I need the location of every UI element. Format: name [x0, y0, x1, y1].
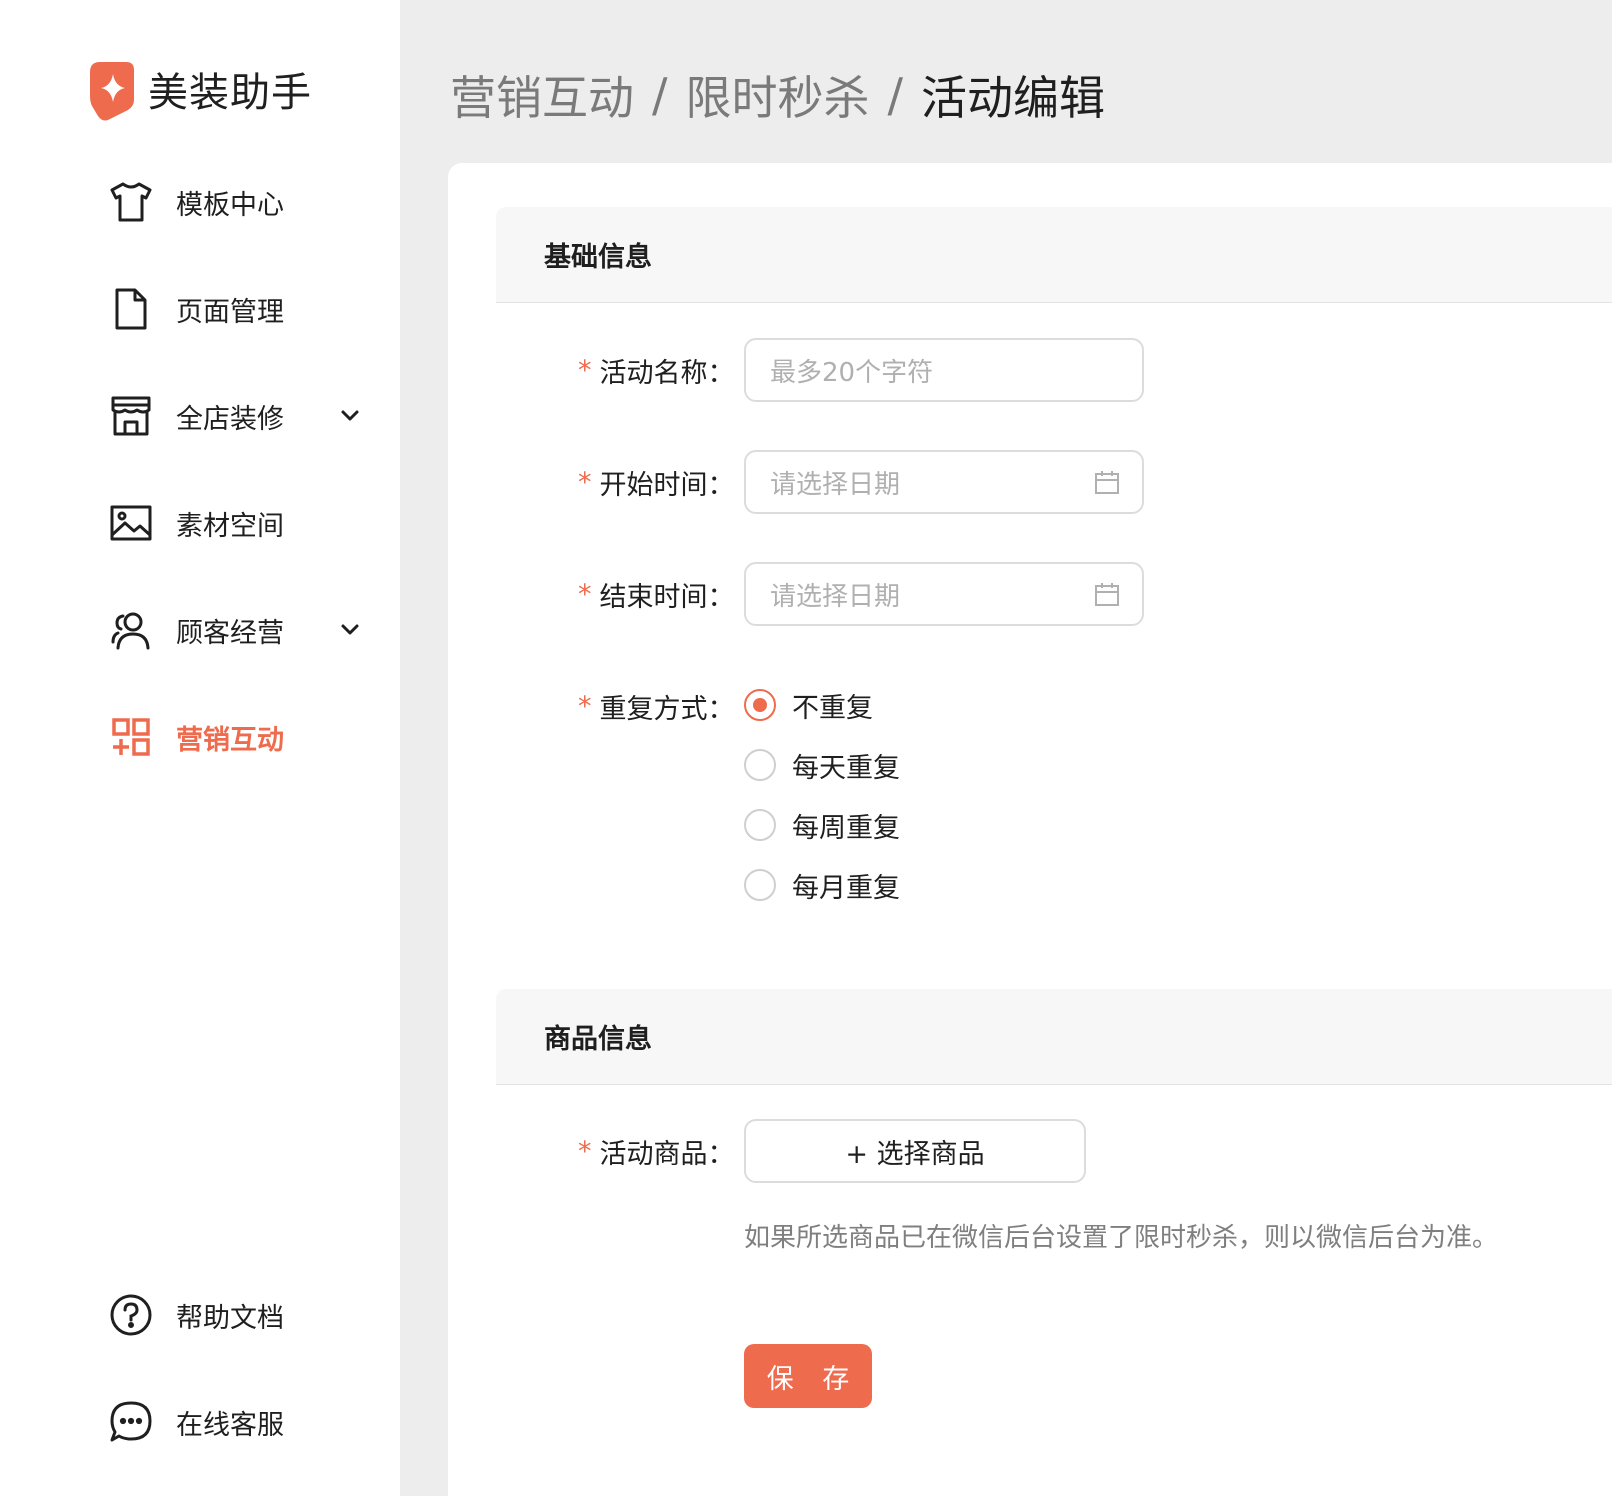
required-mark: * — [578, 466, 592, 498]
sidebar-item-help[interactable]: 帮助文档 — [108, 1287, 378, 1343]
section-title-basic: 基础信息 — [496, 207, 1612, 303]
calendar-icon — [1095, 583, 1119, 606]
sidebar-item-label: 素材空间 — [176, 510, 284, 542]
breadcrumb-link-marketing[interactable]: 营销互动 — [450, 62, 634, 128]
store-icon — [108, 393, 154, 439]
repeat-option-none[interactable]: 不重复 — [744, 685, 873, 725]
sidebar: 美装助手 模板中心 页面管理 全店装修 素材空间 顾客经营 营销互动 帮助文档 … — [0, 0, 400, 1496]
brand-logo[interactable]: 美装助手 — [90, 56, 312, 122]
activity-goods-label: * 活动商品： — [578, 1131, 748, 1171]
apps-icon — [108, 714, 154, 760]
breadcrumb-link-flash-sale[interactable]: 限时秒杀 — [686, 62, 870, 128]
file-icon — [108, 286, 154, 332]
brand-name: 美装助手 — [148, 70, 312, 116]
help-icon — [108, 1292, 154, 1338]
sidebar-item-support[interactable]: 在线客服 — [108, 1394, 378, 1450]
save-button[interactable]: 保 存 — [744, 1344, 872, 1408]
required-mark: * — [578, 578, 592, 610]
sidebar-item-label: 模板中心 — [176, 189, 284, 221]
sidebar-item-label: 顾客经营 — [176, 617, 284, 649]
repeat-option-label: 每月重复 — [792, 872, 900, 904]
required-mark: * — [578, 1135, 592, 1167]
required-mark: * — [578, 354, 592, 386]
repeat-mode-label-text: 重复方式： — [599, 693, 735, 725]
radio-button-checked[interactable] — [744, 689, 776, 721]
section-title-product: 商品信息 — [496, 989, 1612, 1085]
repeat-option-label: 每天重复 — [792, 752, 900, 784]
breadcrumb-separator: / — [652, 68, 668, 122]
repeat-option-daily[interactable]: 每天重复 — [744, 745, 900, 785]
sidebar-item-label: 帮助文档 — [176, 1302, 284, 1334]
start-date-placeholder: 请选择日期 — [770, 469, 901, 500]
select-goods-button[interactable]: + 选择商品 — [744, 1119, 1086, 1183]
sidebar-item-label: 页面管理 — [176, 296, 284, 328]
activity-name-input[interactable]: 最多20个字符 — [744, 338, 1144, 402]
end-date-picker[interactable]: 请选择日期 — [744, 562, 1144, 626]
sidebar-item-templates[interactable]: 模板中心 — [108, 174, 378, 230]
radio-button[interactable] — [744, 869, 776, 901]
radio-button[interactable] — [744, 749, 776, 781]
repeat-option-label: 不重复 — [792, 692, 873, 724]
sidebar-item-label: 全店装修 — [176, 403, 284, 435]
radio-button[interactable] — [744, 809, 776, 841]
activity-name-placeholder: 最多20个字符 — [770, 357, 934, 388]
repeat-option-label: 每周重复 — [792, 812, 900, 844]
goods-hint-text: 如果所选商品已在微信后台设置了限时秒杀，则以微信后台为准。 — [744, 1223, 1499, 1253]
edit-form-card: 基础信息 * 活动名称： 最多20个字符 * 开始时间： 请选择日期 * 结束时… — [448, 163, 1612, 1496]
chat-icon — [108, 1399, 154, 1445]
activity-name-label-text: 活动名称： — [599, 357, 735, 389]
repeat-option-monthly[interactable]: 每月重复 — [744, 865, 900, 905]
chevron-down-icon[interactable] — [338, 404, 362, 428]
start-date-picker[interactable]: 请选择日期 — [744, 450, 1144, 514]
end-time-label: * 结束时间： — [578, 574, 748, 614]
chevron-down-icon[interactable] — [338, 618, 362, 642]
sidebar-item-media[interactable]: 素材空间 — [108, 495, 378, 551]
sidebar-item-pages[interactable]: 页面管理 — [108, 281, 378, 337]
activity-name-label: * 活动名称： — [578, 350, 748, 390]
page-title: 活动编辑 — [921, 71, 1105, 125]
breadcrumb: 营销互动 / 限时秒杀 / 活动编辑 — [450, 62, 1105, 128]
required-mark: * — [578, 690, 592, 722]
repeat-mode-label: * 重复方式： — [578, 686, 748, 726]
end-time-label-text: 结束时间： — [599, 581, 735, 613]
breadcrumb-separator: / — [887, 68, 904, 122]
sidebar-item-store-decoration[interactable]: 全店装修 — [108, 388, 378, 444]
brand-logo-icon — [90, 62, 134, 121]
image-icon — [108, 500, 154, 546]
end-date-placeholder: 请选择日期 — [770, 581, 901, 612]
users-icon — [108, 607, 154, 653]
start-time-label-text: 开始时间： — [599, 469, 735, 501]
sidebar-item-label: 在线客服 — [176, 1409, 284, 1441]
repeat-option-weekly[interactable]: 每周重复 — [744, 805, 900, 845]
calendar-icon — [1095, 471, 1119, 494]
shirt-icon — [108, 179, 154, 225]
sidebar-item-customers[interactable]: 顾客经营 — [108, 602, 378, 658]
sidebar-item-label: 营销互动 — [176, 724, 284, 756]
start-time-label: * 开始时间： — [578, 462, 748, 502]
sidebar-item-marketing[interactable]: 营销互动 — [108, 709, 378, 765]
activity-goods-label-text: 活动商品： — [599, 1138, 735, 1170]
